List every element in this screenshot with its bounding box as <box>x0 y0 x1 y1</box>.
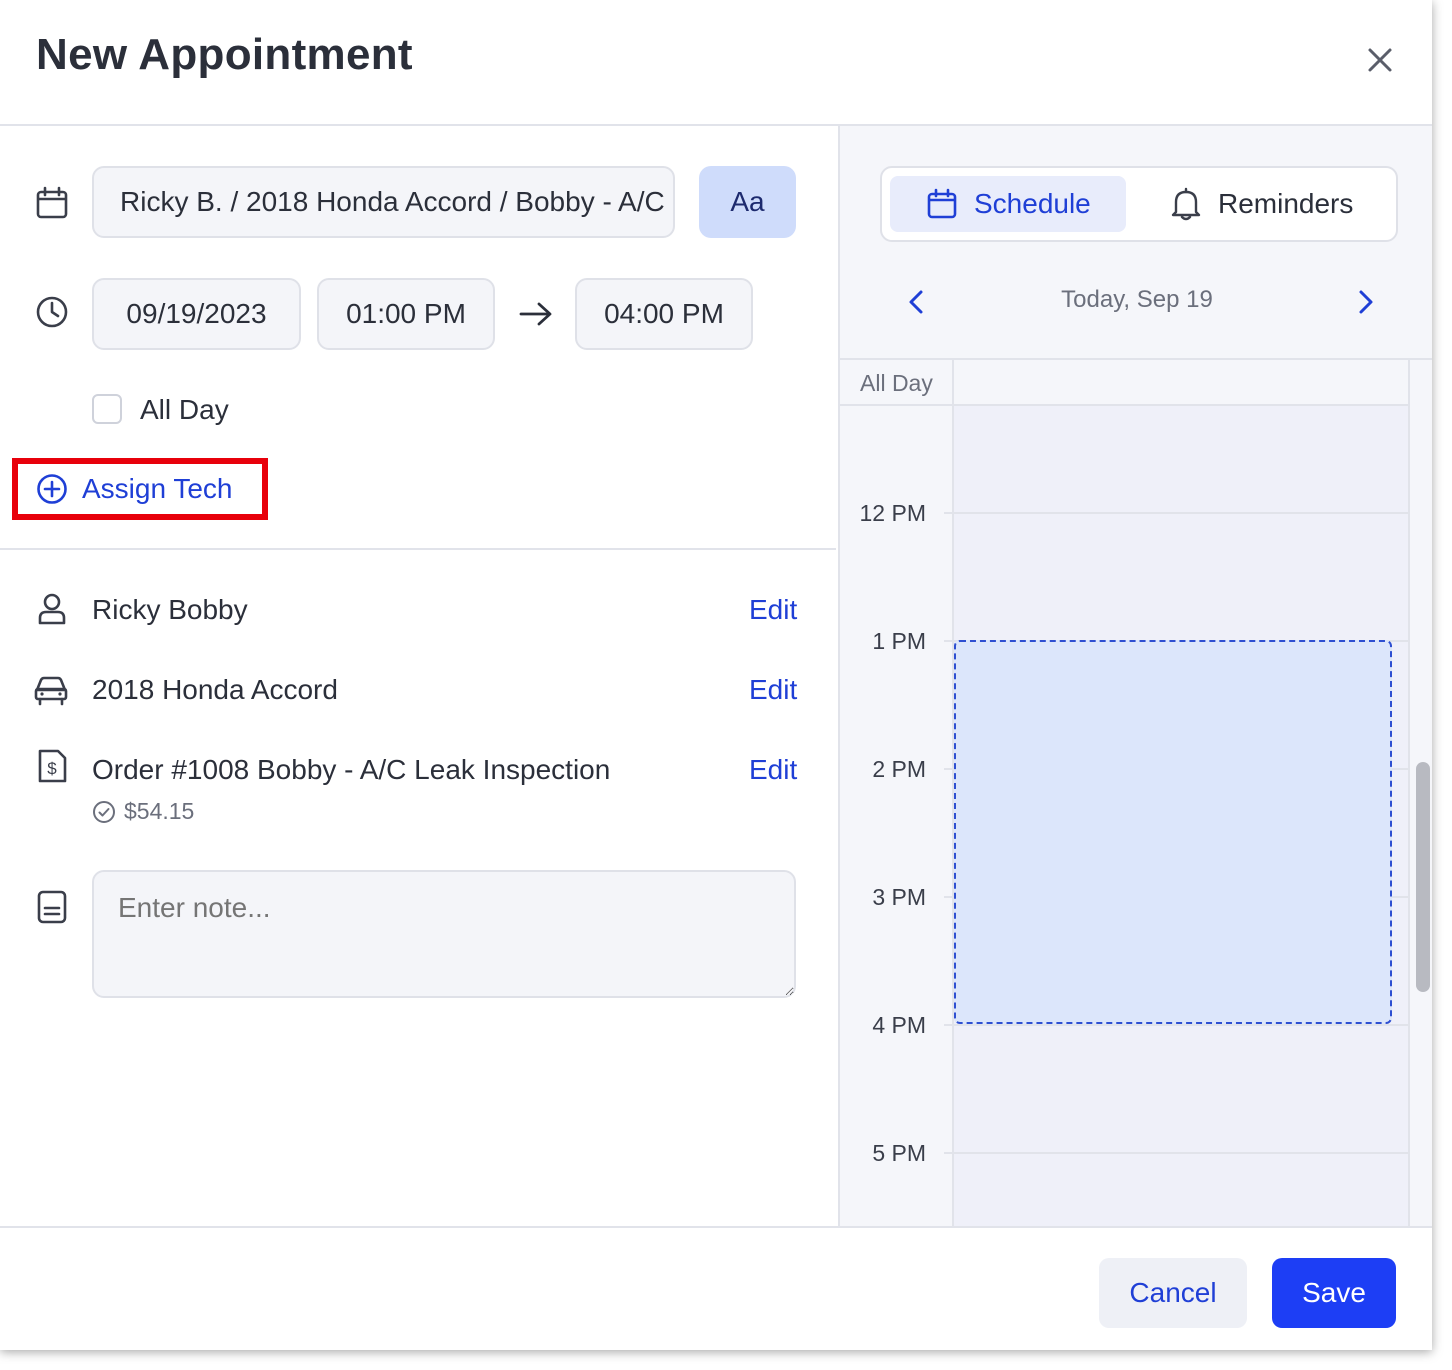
calendar-scrollbar[interactable] <box>1416 762 1430 992</box>
order-name: Order #1008 Bobby - A/C Leak Inspection <box>92 754 611 785</box>
save-button[interactable]: Save <box>1272 1258 1396 1328</box>
close-button[interactable] <box>1358 38 1402 82</box>
date-input[interactable]: 09/19/2023 <box>92 278 301 350</box>
arrow-right-icon <box>519 302 552 326</box>
hour-line <box>944 1152 1408 1154</box>
order-amount: $54.15 <box>92 798 194 825</box>
end-time-input[interactable]: 04:00 PM <box>575 278 753 350</box>
modal-header: New Appointment <box>0 0 1432 126</box>
invoice-dollar-icon: $ <box>38 749 67 783</box>
cancel-button[interactable]: Cancel <box>1099 1258 1247 1328</box>
assign-tech-button[interactable]: Assign Tech <box>12 458 268 520</box>
bell-icon <box>1171 187 1201 221</box>
modal-title: New Appointment <box>36 30 413 79</box>
new-appointment-modal: New Appointment Ricky B. / 2018 Honda Ac… <box>0 0 1432 1350</box>
start-time-value: 01:00 PM <box>346 298 466 329</box>
edit-vehicle-link[interactable]: Edit <box>749 674 797 706</box>
note-icon <box>37 890 67 924</box>
car-icon <box>34 676 68 706</box>
hour-line <box>944 512 1408 514</box>
appointment-title-input[interactable]: Ricky B. / 2018 Honda Accord / Bobby - A… <box>92 166 675 238</box>
chevron-right-icon[interactable] <box>1350 286 1380 318</box>
tab-schedule[interactable]: Schedule <box>890 176 1126 232</box>
hour-label: 2 PM <box>872 756 926 782</box>
hour-line <box>944 1024 1408 1026</box>
start-time-input[interactable]: 01:00 PM <box>317 278 495 350</box>
customer-name: Ricky Bobby <box>92 594 248 625</box>
appointment-title-value: Ricky B. / 2018 Honda Accord / Bobby - A… <box>120 186 673 217</box>
clock-icon <box>36 296 68 328</box>
order-amount-value: $54.15 <box>124 798 195 824</box>
text-format-button[interactable]: Aa <box>699 166 796 238</box>
calendar-tabs: Schedule Reminders <box>880 166 1398 242</box>
calendar-icon <box>927 188 957 219</box>
plus-circle-icon <box>37 474 67 504</box>
hour-label: 3 PM <box>872 884 926 910</box>
hour-label: 4 PM <box>872 1012 926 1038</box>
date-value: 09/19/2023 <box>126 298 267 329</box>
svg-text:$: $ <box>47 759 57 778</box>
vehicle-name: 2018 Honda Accord <box>92 674 338 705</box>
end-time-value: 04:00 PM <box>604 298 724 329</box>
hour-label: 12 PM <box>859 500 926 526</box>
tab-reminders-label: Reminders <box>1218 188 1354 219</box>
grid-divider <box>1408 360 1410 1226</box>
all-day-label: All Day <box>140 394 229 425</box>
close-icon[interactable] <box>1358 38 1402 82</box>
assign-tech-label: Assign Tech <box>82 473 233 504</box>
calendar-header-border <box>840 358 1432 360</box>
calendar-icon <box>36 186 68 219</box>
edit-order-link[interactable]: Edit <box>749 754 797 786</box>
current-date-label: Today, Sep 19 <box>1061 286 1213 313</box>
calendar-panel: Schedule Reminders Today, Sep 19 All Day <box>838 126 1432 1226</box>
new-appointment-block[interactable] <box>954 640 1392 1024</box>
modal-footer: Cancel Save <box>0 1226 1432 1350</box>
all-day-row-border <box>840 404 1408 406</box>
person-icon <box>38 593 66 625</box>
check-circle-icon <box>93 800 115 823</box>
edit-customer-link[interactable]: Edit <box>749 594 797 626</box>
hour-label: 1 PM <box>872 628 926 654</box>
section-divider <box>0 548 836 550</box>
all-day-row-label: All Day <box>860 370 933 396</box>
note-input[interactable] <box>92 870 796 998</box>
hour-label: 5 PM <box>872 1140 926 1166</box>
appointment-form: Ricky B. / 2018 Honda Accord / Bobby - A… <box>0 126 836 1226</box>
all-day-checkbox[interactable] <box>92 394 122 424</box>
tab-schedule-label: Schedule <box>974 188 1091 219</box>
tab-reminders[interactable]: Reminders <box>1132 176 1388 232</box>
